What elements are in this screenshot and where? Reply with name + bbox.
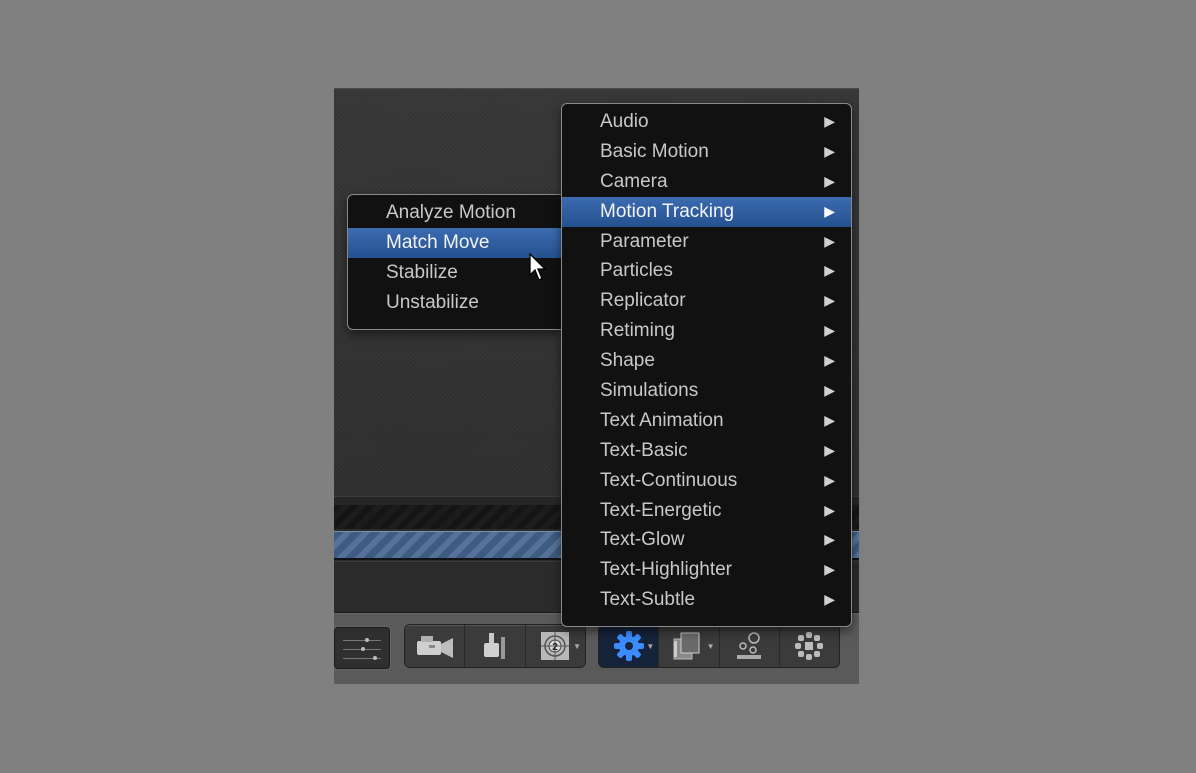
video-camera-icon xyxy=(416,636,453,658)
object-toolbar-group: 2 ▼ xyxy=(404,624,586,668)
menu-item-simulations[interactable]: Simulations ▶ xyxy=(562,376,851,406)
replicate-button[interactable] xyxy=(780,625,839,667)
submenu-arrow-icon: ▶ xyxy=(824,441,835,458)
menu-item-text-animation[interactable]: Text Animation ▶ xyxy=(562,406,851,436)
submenu-arrow-icon: ▶ xyxy=(824,142,835,159)
replicator-icon xyxy=(795,632,824,660)
generators-button[interactable]: 2 ▼ xyxy=(526,625,585,667)
menu-item-analyze-motion[interactable]: Analyze Motion xyxy=(348,198,561,228)
menu-item-text-subtle[interactable]: Text-Subtle ▶ xyxy=(562,585,851,615)
add-filter-button[interactable]: ▼ xyxy=(659,625,720,667)
chevron-down-icon[interactable]: ▼ xyxy=(573,642,581,651)
menu-item-text-basic[interactable]: Text-Basic ▶ xyxy=(562,436,851,466)
submenu-arrow-icon: ▶ xyxy=(824,531,835,548)
countdown-icon: 2 xyxy=(541,632,570,660)
submenu-arrow-icon: ▶ xyxy=(824,471,835,488)
lighting-icon xyxy=(483,633,505,659)
submenu-arrow-icon: ▶ xyxy=(824,501,835,518)
submenu-arrow-icon: ▶ xyxy=(824,411,835,428)
effects-toolbar-group: ▼ ▼ xyxy=(598,624,840,668)
make-particles-button[interactable] xyxy=(720,625,780,667)
submenu-arrow-icon: ▶ xyxy=(824,591,835,608)
submenu-arrow-icon: ▶ xyxy=(824,202,835,219)
menu-item-retiming[interactable]: Retiming ▶ xyxy=(562,316,851,346)
submenu-arrow-icon: ▶ xyxy=(824,113,835,129)
chevron-down-icon[interactable]: ▼ xyxy=(707,642,715,651)
submenu-arrow-icon: ▶ xyxy=(824,172,835,189)
chevron-down-icon[interactable]: ▼ xyxy=(646,642,654,651)
add-camera-button[interactable] xyxy=(405,625,466,667)
mouse-pointer-icon xyxy=(529,253,547,281)
add-light-button[interactable] xyxy=(465,625,526,667)
menu-item-basic-motion[interactable]: Basic Motion ▶ xyxy=(562,137,851,167)
menu-item-shape[interactable]: Shape ▶ xyxy=(562,346,851,376)
menu-item-motion-tracking[interactable]: Motion Tracking ▶ xyxy=(562,196,851,227)
behaviors-gear-icon xyxy=(613,631,644,661)
menu-item-particles[interactable]: Particles ▶ xyxy=(562,256,851,286)
submenu-arrow-icon: ▶ xyxy=(824,322,835,339)
menu-item-audio[interactable]: Audio ▶ xyxy=(562,107,851,137)
menu-item-text-energetic[interactable]: Text-Energetic ▶ xyxy=(562,496,851,526)
submenu-arrow-icon: ▶ xyxy=(824,352,835,369)
menu-item-parameter[interactable]: Parameter ▶ xyxy=(562,227,851,257)
menu-item-text-highlighter[interactable]: Text-Highlighter ▶ xyxy=(562,555,851,585)
menu-item-text-continuous[interactable]: Text-Continuous ▶ xyxy=(562,466,851,496)
svg-text:2: 2 xyxy=(553,642,559,653)
add-behavior-button[interactable]: ▼ xyxy=(599,625,660,667)
submenu-arrow-icon: ▶ xyxy=(824,292,835,309)
behaviors-menu: Audio ▶ Basic Motion ▶ Camera ▶ Motion Trac… xyxy=(561,103,852,627)
submenu-arrow-icon: ▶ xyxy=(824,382,835,399)
filters-icon xyxy=(673,632,700,660)
submenu-arrow-icon: ▶ xyxy=(824,232,835,249)
submenu-arrow-icon: ▶ xyxy=(824,561,835,578)
menu-item-camera[interactable]: Camera ▶ xyxy=(562,167,851,197)
submenu-arrow-icon: ▶ xyxy=(824,262,835,279)
menu-item-text-glow[interactable]: Text-Glow ▶ xyxy=(562,525,851,555)
hud-mini-panel[interactable] xyxy=(334,627,390,669)
menu-item-replicator[interactable]: Replicator ▶ xyxy=(562,286,851,316)
particles-icon xyxy=(737,632,762,659)
menu-item-unstabilize[interactable]: Unstabilize xyxy=(348,288,561,318)
